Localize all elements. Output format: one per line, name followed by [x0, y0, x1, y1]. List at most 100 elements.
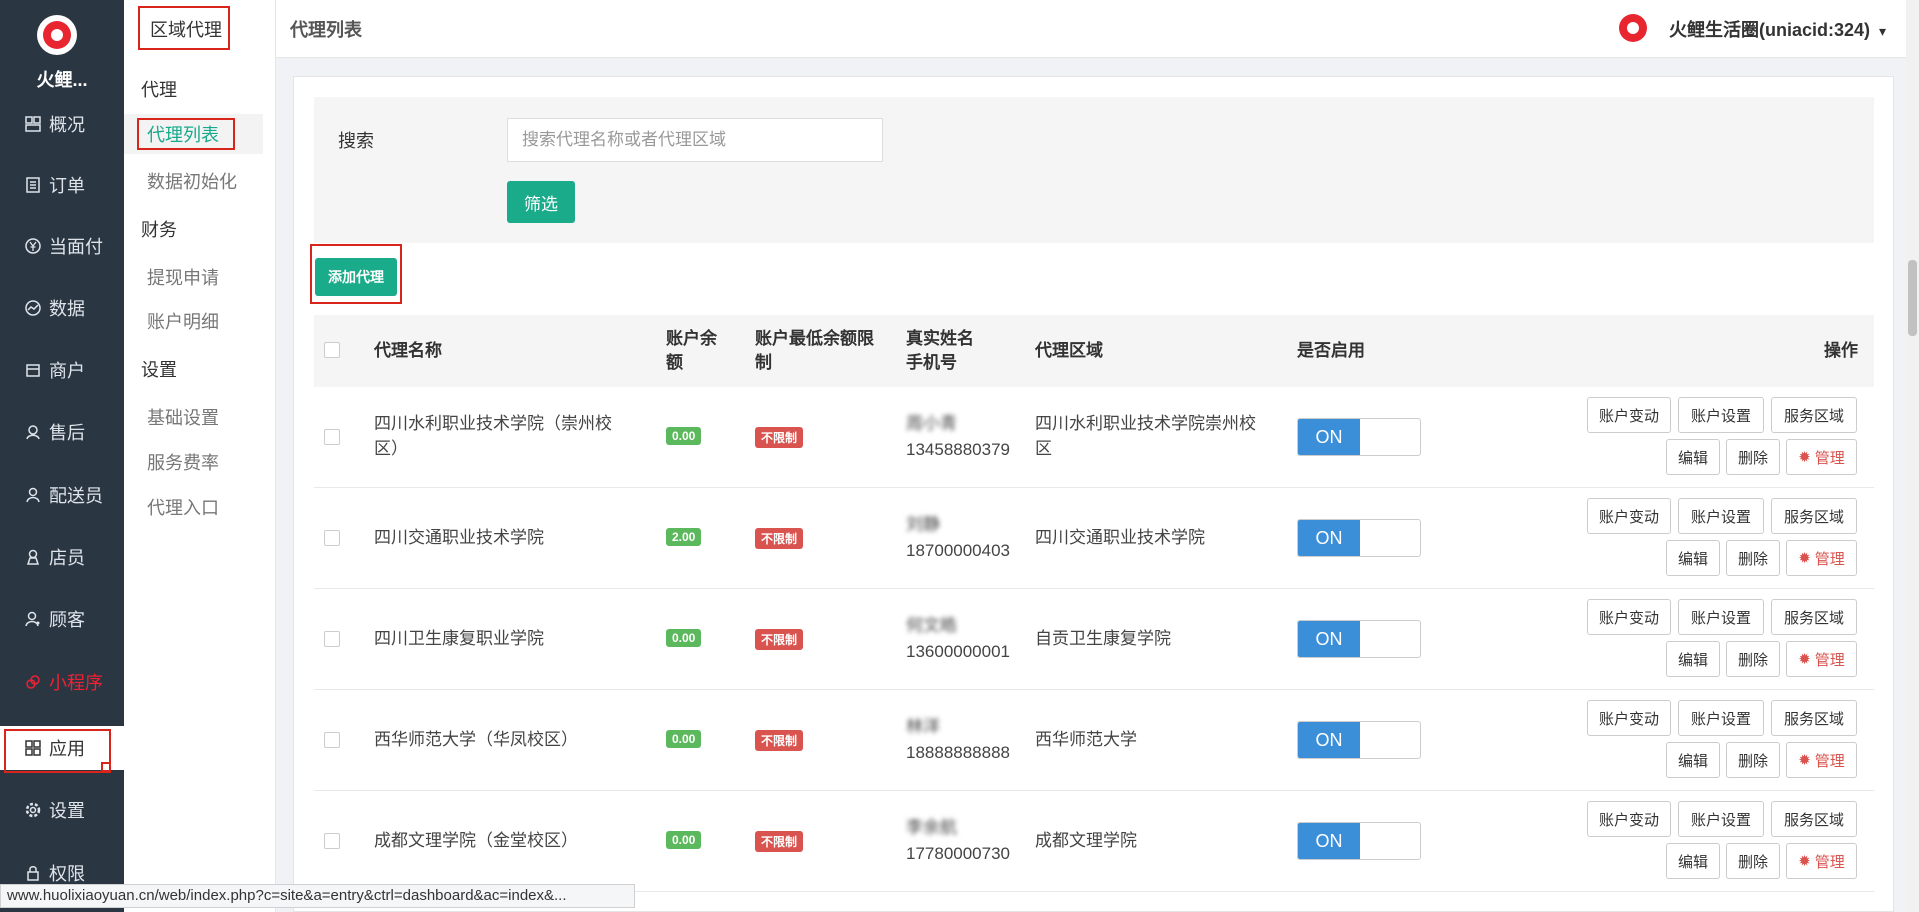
- nav-item-courier[interactable]: 配送员: [0, 473, 124, 517]
- account-settings-button[interactable]: 账户设置: [1678, 700, 1764, 736]
- col-area: 代理区域: [1035, 341, 1103, 360]
- delete-button[interactable]: 删除: [1726, 742, 1780, 778]
- table-row: 成都文理学院（金堂校区） 0.00 不限制 李余航 17780000730 成都文理学院 O…: [314, 791, 1874, 892]
- submenu-link-withdraw[interactable]: 提现申请: [147, 264, 219, 290]
- nav-label: 顾客: [49, 610, 85, 630]
- nav-item-miniprogram[interactable]: 小程序: [0, 660, 124, 704]
- filter-button[interactable]: 筛选: [507, 181, 575, 223]
- account-settings-button[interactable]: 账户设置: [1678, 801, 1764, 837]
- permission-icon: [23, 863, 43, 883]
- edit-button[interactable]: 编辑: [1666, 641, 1720, 677]
- service-area-button[interactable]: 服务区域: [1771, 498, 1857, 534]
- nav-label: 配送员: [49, 486, 103, 506]
- real-name: 林洋: [906, 717, 940, 736]
- enable-toggle[interactable]: ON: [1297, 721, 1421, 759]
- account-settings-button[interactable]: 账户设置: [1678, 498, 1764, 534]
- delete-button[interactable]: 删除: [1726, 439, 1780, 475]
- account-change-button[interactable]: 账户变动: [1587, 498, 1671, 534]
- brand-name[interactable]: 火鲤...: [0, 66, 124, 92]
- row-checkbox[interactable]: [324, 631, 340, 647]
- miniprogram-icon: [23, 672, 43, 692]
- row-checkbox[interactable]: [324, 530, 340, 546]
- brand-logo[interactable]: [37, 15, 77, 55]
- nav-label: 商户: [49, 361, 85, 381]
- toggle-on-label: ON: [1298, 621, 1360, 657]
- balance-badge: 0.00: [666, 427, 702, 445]
- nav-item-data[interactable]: 数据: [0, 286, 124, 330]
- nav-item-settings[interactable]: 设置: [0, 788, 124, 832]
- service-area-button[interactable]: 服务区域: [1771, 801, 1857, 837]
- gear-icon: ✹: [1798, 651, 1811, 668]
- submenu-link-basic-settings[interactable]: 基础设置: [147, 404, 219, 430]
- delete-button[interactable]: 删除: [1726, 540, 1780, 576]
- submenu-link-data-init[interactable]: 数据初始化: [147, 168, 237, 194]
- nav-item-customer[interactable]: 顾客: [0, 597, 124, 641]
- nav-item-aftersale[interactable]: 售后: [0, 410, 124, 454]
- edit-button[interactable]: 编辑: [1666, 540, 1720, 576]
- manage-button[interactable]: ✹ 管理: [1786, 641, 1857, 677]
- nav-label: 订单: [49, 176, 85, 196]
- page-scrollbar[interactable]: [1906, 0, 1919, 912]
- nav-item-merchant[interactable]: 商户: [0, 348, 124, 392]
- service-area-button[interactable]: 服务区域: [1771, 397, 1857, 433]
- chevron-down-icon: ▾: [1879, 23, 1887, 39]
- account-settings-button[interactable]: 账户设置: [1678, 397, 1764, 433]
- enable-toggle[interactable]: ON: [1297, 822, 1421, 860]
- manage-button[interactable]: ✹ 管理: [1786, 540, 1857, 576]
- main-nav: 火鲤... 概况 订单 当面付 数据 商户 售后 配送员 店员 顾客 小程序 应…: [0, 0, 124, 912]
- balance-badge: 2.00: [666, 528, 702, 546]
- manage-button[interactable]: ✹ 管理: [1786, 439, 1857, 475]
- agent-area: 西华师范大学: [1035, 730, 1137, 749]
- submenu-link-service-rate[interactable]: 服务费率: [147, 449, 219, 475]
- user-menu[interactable]: 火鲤生活圈(uniacid:324) ▾: [1669, 16, 1886, 42]
- highlight-box: [101, 762, 111, 772]
- service-area-button[interactable]: 服务区域: [1771, 599, 1857, 635]
- submenu-group-finance: 财务: [141, 220, 177, 240]
- nav-label: 小程序: [49, 673, 103, 693]
- service-area-button[interactable]: 服务区域: [1771, 700, 1857, 736]
- phone-number: 18888888888: [906, 743, 1011, 762]
- nav-label: 店员: [49, 548, 85, 568]
- enable-toggle[interactable]: ON: [1297, 620, 1421, 658]
- delete-button[interactable]: 删除: [1726, 843, 1780, 879]
- real-name: 何文皓: [906, 616, 957, 635]
- manage-button[interactable]: ✹ 管理: [1786, 843, 1857, 879]
- row-checkbox[interactable]: [324, 429, 340, 445]
- edit-button[interactable]: 编辑: [1666, 439, 1720, 475]
- select-all-checkbox[interactable]: [324, 342, 340, 358]
- balance-badge: 0.00: [666, 629, 702, 647]
- edit-button[interactable]: 编辑: [1666, 742, 1720, 778]
- highlight-box: [310, 244, 402, 304]
- agent-name: 成都文理学院（金堂校区）: [374, 831, 578, 850]
- col-enabled: 是否启用: [1297, 341, 1365, 360]
- enable-toggle[interactable]: ON: [1297, 519, 1421, 557]
- nav-item-overview[interactable]: 概况: [0, 102, 124, 146]
- user-logo-icon: [1619, 14, 1647, 42]
- nav-label: 数据: [49, 299, 85, 319]
- nav-item-face-pay[interactable]: 当面付: [0, 224, 124, 268]
- row-checkbox[interactable]: [324, 732, 340, 748]
- enable-toggle[interactable]: ON: [1297, 418, 1421, 456]
- table-row: 西华师范大学（华凤校区） 0.00 不限制 林洋 18888888888 西华师范大学 ON…: [314, 690, 1874, 791]
- account-settings-button[interactable]: 账户设置: [1678, 599, 1764, 635]
- search-label: 搜索: [338, 131, 374, 151]
- manage-button[interactable]: ✹ 管理: [1786, 742, 1857, 778]
- gear-icon: ✹: [1798, 449, 1811, 466]
- nav-item-orders[interactable]: 订单: [0, 163, 124, 207]
- phone-number: 13458880379: [906, 440, 1011, 459]
- submenu-link-agent-entry[interactable]: 代理入口: [147, 494, 219, 520]
- agent-name: 四川水利职业技术学院（崇州校区）: [374, 414, 612, 458]
- account-change-button[interactable]: 账户变动: [1587, 801, 1671, 837]
- row-checkbox[interactable]: [324, 833, 340, 849]
- submenu-link-account-detail[interactable]: 账户明细: [147, 308, 219, 334]
- account-change-button[interactable]: 账户变动: [1587, 397, 1671, 433]
- scrollbar-thumb[interactable]: [1908, 260, 1917, 336]
- delete-button[interactable]: 删除: [1726, 641, 1780, 677]
- clerk-icon: [23, 547, 43, 567]
- account-change-button[interactable]: 账户变动: [1587, 599, 1671, 635]
- search-input[interactable]: [507, 118, 883, 162]
- nav-item-clerk[interactable]: 店员: [0, 535, 124, 579]
- col-name: 代理名称: [374, 341, 442, 360]
- account-change-button[interactable]: 账户变动: [1587, 700, 1671, 736]
- edit-button[interactable]: 编辑: [1666, 843, 1720, 879]
